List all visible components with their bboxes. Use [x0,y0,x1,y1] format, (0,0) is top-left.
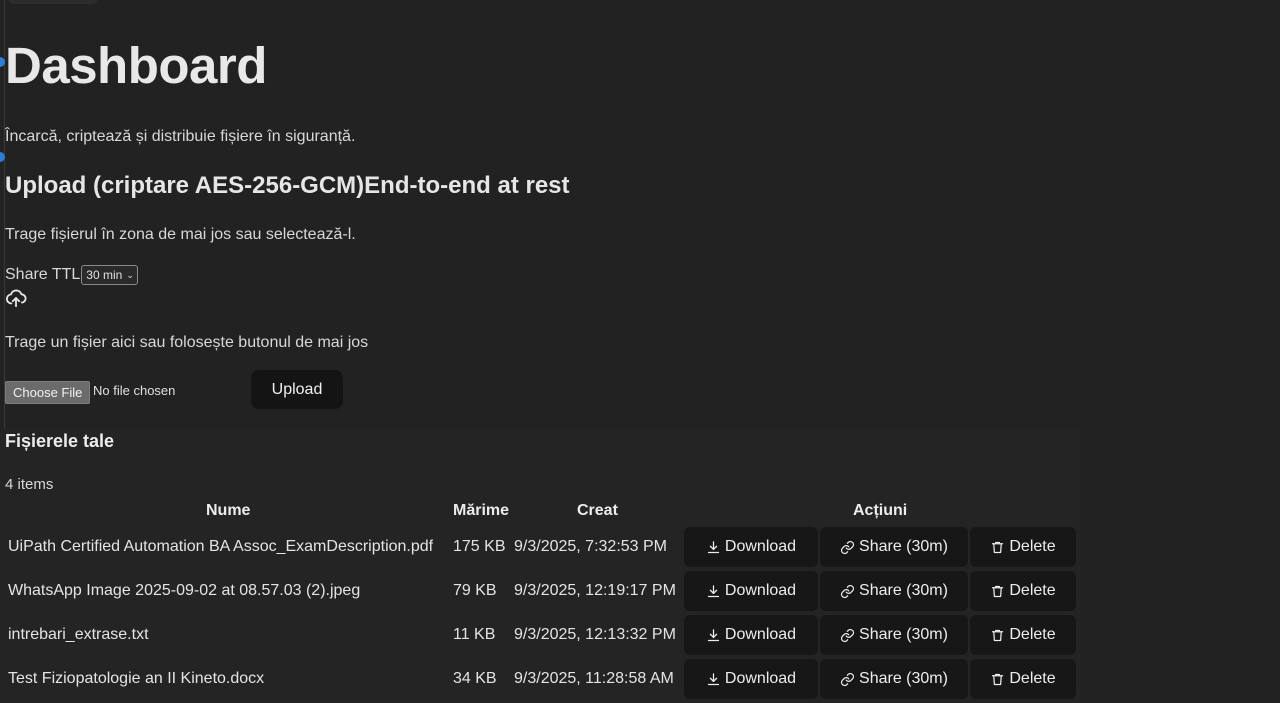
share-label: Share (30m) [859,538,948,555]
download-icon [707,584,720,597]
delete-label: Delete [1009,626,1056,643]
chevron-down-icon: ⌄ [126,269,134,280]
link-icon [841,628,855,642]
share-button[interactable]: Share (30m) [820,615,968,655]
share-label: Share (30m) [859,582,948,599]
delete-label: Delete [1009,670,1056,687]
table-row: UiPath Certified Automation BA Assoc_Exa… [0,527,1080,571]
share-ttl-row: Share TTL 30 min ⌄ [5,265,138,285]
download-button[interactable]: Download [684,659,818,699]
choose-file-button[interactable]: Choose File [5,381,91,404]
download-icon [707,628,720,641]
column-header-size: Mărime [453,502,510,519]
trash-icon [992,585,1004,597]
file-name-cell: UiPath Certified Automation BA Assoc_Exa… [8,538,434,555]
drop-zone-text[interactable]: Trage un fișier aici sau folosește buton… [5,334,368,352]
delete-button[interactable]: Delete [970,527,1076,567]
download-icon [707,540,720,553]
share-ttl-select[interactable]: 30 min ⌄ [81,265,138,285]
delete-button[interactable]: Delete [970,659,1076,699]
file-size-cell: 79 KB [453,582,497,599]
link-icon [841,672,855,686]
file-name-cell: Test Fiziopatologie an II Kineto.docx [8,670,265,687]
share-button[interactable]: Share (30m) [820,659,968,699]
page-subtitle: Încarcă, criptează și distribuie fișiere… [5,128,356,145]
upload-heading: Upload (criptare AES-256-GCM)End-to-end … [5,172,570,199]
upload-button[interactable]: Upload [251,370,343,409]
file-size-cell: 34 KB [453,670,497,687]
file-name-cell: intrebari_extrase.txt [8,626,149,643]
column-header-actions: Acțiuni [853,502,908,519]
share-button[interactable]: Share (30m) [820,527,968,567]
upload-hint: Trage fișierul în zona de mai jos sau se… [5,226,356,243]
file-created-cell: 9/3/2025, 12:13:32 PM [514,626,676,643]
page-title: Dashboard [5,37,267,94]
file-created-cell: 9/3/2025, 11:28:58 AM [514,670,674,687]
file-created-cell: 9/3/2025, 12:19:17 PM [514,582,676,599]
items-count: 4 items [5,476,54,493]
files-heading: Fișierele tale [5,431,115,451]
download-label: Download [724,582,797,599]
delete-label: Delete [1009,538,1056,555]
trash-icon [992,673,1004,685]
download-label: Download [724,670,797,687]
download-label: Download [724,538,797,555]
link-icon [841,540,855,554]
trash-icon [992,629,1004,641]
cloud-upload-icon [5,287,27,309]
file-size-cell: 11 KB [453,626,496,643]
column-header-name: Nume [206,502,251,519]
file-name-cell: WhatsApp Image 2025-09-02 at 08.57.03 (2… [8,582,361,599]
top-tab-edge [8,0,98,4]
download-button[interactable]: Download [684,571,818,611]
delete-label: Delete [1009,582,1056,599]
column-header-created: Creat [577,502,618,519]
share-label: Share (30m) [859,626,948,643]
download-button[interactable]: Download [684,615,818,655]
table-row: intrebari_extrase.txt 11 KB 9/3/2025, 12… [0,615,1080,659]
share-label: Share (30m) [859,670,948,687]
table-row: Test Fiziopatologie an II Kineto.docx 34… [0,659,1080,703]
share-ttl-label: Share TTL [5,266,81,283]
file-status-text: No file chosen [93,383,176,398]
file-created-cell: 9/3/2025, 7:32:53 PM [514,538,667,555]
download-icon [707,672,720,685]
trash-icon [992,541,1004,553]
link-icon [841,584,855,598]
file-size-cell: 175 KB [453,538,506,555]
share-ttl-value: 30 min [86,268,123,282]
delete-button[interactable]: Delete [970,615,1076,655]
download-button[interactable]: Download [684,527,818,567]
delete-button[interactable]: Delete [970,571,1076,611]
dashboard-page: Dashboard Încarcă, criptează și distribu… [0,0,1280,703]
share-button[interactable]: Share (30m) [820,571,968,611]
table-row: WhatsApp Image 2025-09-02 at 08.57.03 (2… [0,571,1080,615]
download-label: Download [724,626,797,643]
